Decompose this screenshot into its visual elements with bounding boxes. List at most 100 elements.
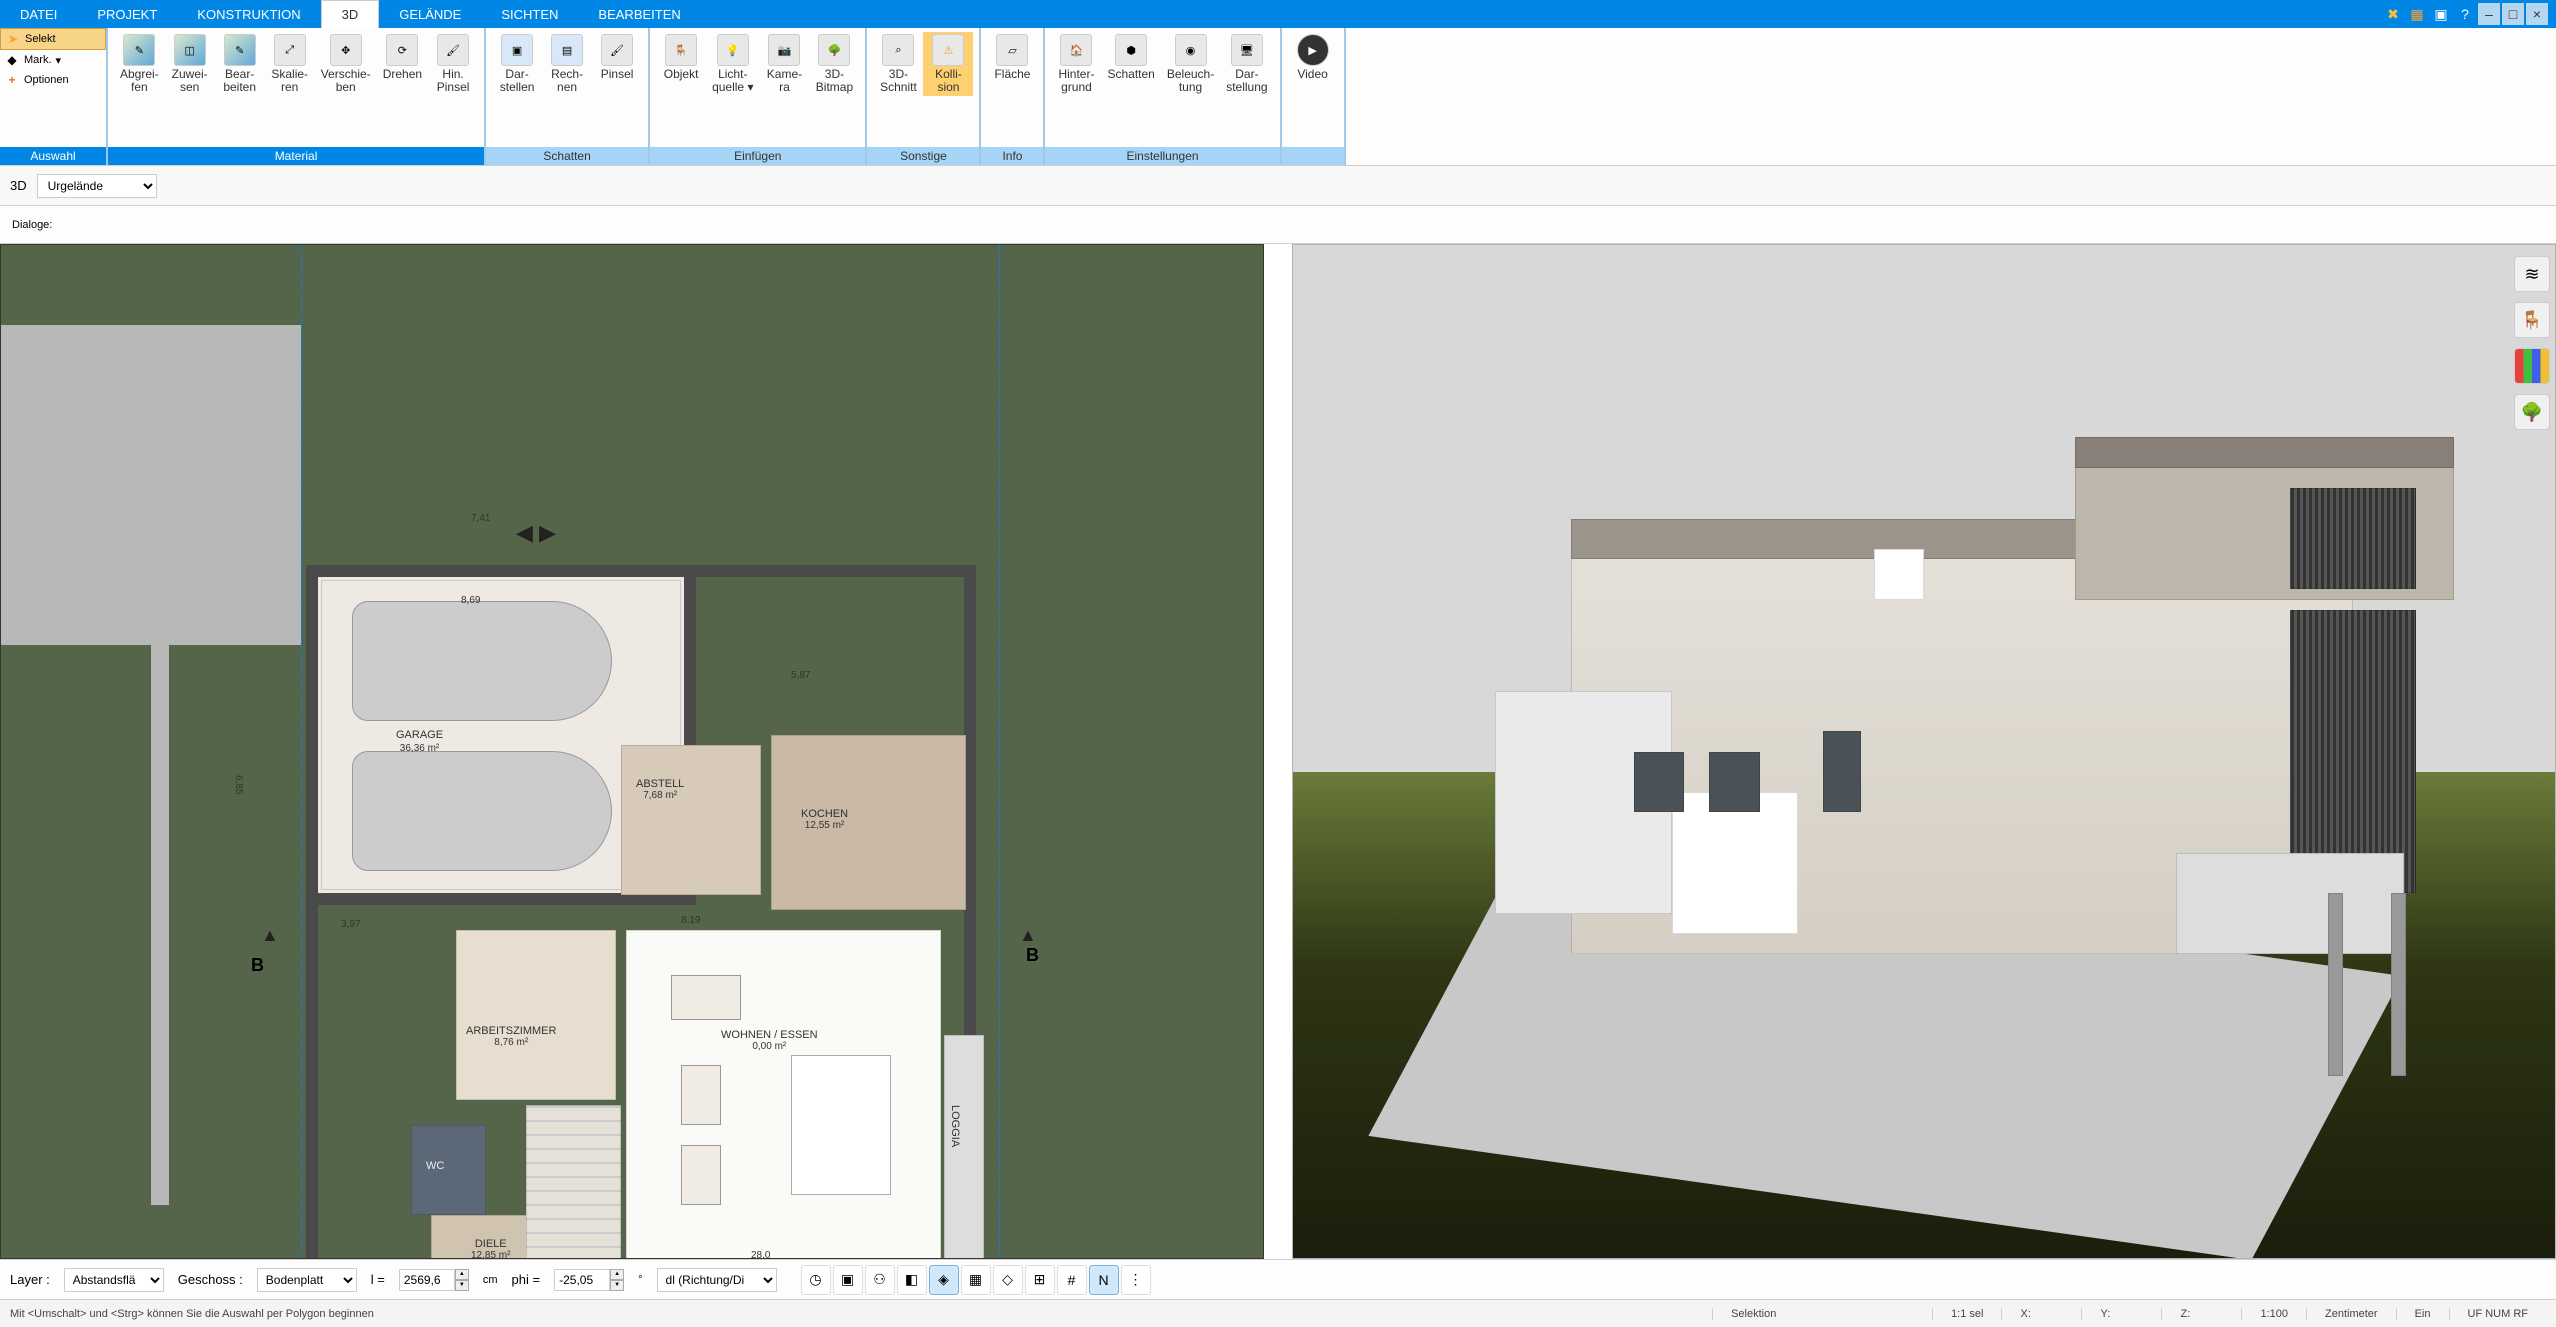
l-input[interactable] <box>399 1269 455 1291</box>
ribbon-label-material: Material <box>108 147 484 165</box>
l-label: l = <box>371 1272 385 1287</box>
options-button[interactable]: + Optionen <box>0 70 106 90</box>
marker-label: Mark. <box>24 54 52 66</box>
stair <box>526 1105 621 1259</box>
close-icon[interactable]: × <box>2526 3 2548 25</box>
wrench-icon[interactable]: ✖ <box>2382 3 2404 25</box>
phi-down[interactable]: ▼ <box>610 1280 624 1291</box>
ribbon-label-sonstige: Sonstige <box>867 147 979 165</box>
room-abstell-name: ABSTELL <box>636 778 684 790</box>
menu-tab-konstruktion[interactable]: KONSTRUKTION <box>177 0 320 28</box>
dim-8-69: 8,69 <box>461 595 480 606</box>
edit-icon: ✎ <box>224 34 256 66</box>
brush-background-icon: 🖌 <box>437 34 469 66</box>
furniture-icon[interactable]: 🪑 <box>2514 302 2550 338</box>
layer-label: Layer : <box>10 1272 50 1287</box>
grid2-icon[interactable]: # <box>1057 1265 1087 1295</box>
pinsel-button[interactable]: 🖌Pinsel <box>592 32 642 83</box>
lighting-icon: ◉ <box>1175 34 1207 66</box>
shadow-icon: ⬢ <box>1115 34 1147 66</box>
title-bar-icons: ✖ ▦ ▣ ? – □ × <box>2382 0 2556 28</box>
abgreifen-button[interactable]: ✎Abgrei- fen <box>114 32 165 96</box>
background-icon: 🏠 <box>1060 34 1092 66</box>
kollision-button[interactable]: ⚠Kolli- sion <box>923 32 973 96</box>
ribbon-panel-info: ▱Fläche Info <box>981 28 1045 165</box>
menu-tab-datei[interactable]: DATEI <box>0 0 77 28</box>
lichtquelle-button[interactable]: 💡Licht- quelle ▾ <box>706 32 759 96</box>
menu-tab-sichten[interactable]: SICHTEN <box>481 0 578 28</box>
grid-icon[interactable]: ⊞ <box>1025 1265 1055 1295</box>
cube-small-icon[interactable]: ▦ <box>2406 3 2428 25</box>
status-y: Y: <box>2081 1308 2161 1320</box>
people-icon[interactable]: ⚇ <box>865 1265 895 1295</box>
menu-tab-projekt[interactable]: PROJEKT <box>77 0 177 28</box>
kamera-button[interactable]: 📷Kame- ra <box>759 32 809 96</box>
minimize-icon[interactable]: – <box>2478 3 2500 25</box>
diamond-icon[interactable]: ◈ <box>929 1265 959 1295</box>
display-icon: 🖥 <box>1231 34 1263 66</box>
clock-icon[interactable]: ◷ <box>801 1265 831 1295</box>
verschieben-button[interactable]: ✥Verschie- ben <box>315 32 377 96</box>
screens-icon[interactable]: ▣ <box>2430 3 2452 25</box>
viewport-3d[interactable] <box>1292 244 2556 1259</box>
screen-icon[interactable]: ▣ <box>833 1265 863 1295</box>
skalieren-button[interactable]: ⤢Skalie- ren <box>265 32 315 96</box>
select-label: Selekt <box>25 33 56 45</box>
room-diele-name: DIELE <box>475 1238 507 1250</box>
beleuchtung-button[interactable]: ◉Beleuch- tung <box>1161 32 1220 96</box>
cube-calc-icon: ▤ <box>551 34 583 66</box>
viewport-2d[interactable]: GARAGE36,36 m² ABSTELL7,68 m² KOCHEN12,5… <box>0 244 1264 1259</box>
layers-icon[interactable]: ≋ <box>2514 256 2550 292</box>
hinpinsel-button[interactable]: 🖌Hin. Pinsel <box>428 32 478 96</box>
rechnen-button[interactable]: ▤Rech- nen <box>542 32 592 96</box>
room-kochen-area: 12,55 m² <box>801 820 848 831</box>
phi-up[interactable]: ▲ <box>610 1269 624 1280</box>
bearbeiten-button[interactable]: ✎Bear- beiten <box>215 32 265 96</box>
layer-select[interactable]: Urgelände <box>37 174 157 198</box>
layers2-icon[interactable]: ◧ <box>897 1265 927 1295</box>
grid-dense-icon[interactable]: ▦ <box>961 1265 991 1295</box>
geschoss-input[interactable]: Bodenplatt <box>257 1268 357 1292</box>
darstellen-button[interactable]: ▣Dar- stellen <box>492 32 542 96</box>
bulb-icon: 💡 <box>717 34 749 66</box>
ribbon-panel-auswahl: ➤ Selekt ◆ Mark. ▾ + Optionen Auswahl <box>0 28 108 165</box>
zuweisen-button[interactable]: ◫Zuwei- sen <box>165 32 215 96</box>
ribbon-panel-video: ▶Video <box>1282 28 1346 165</box>
layer-input[interactable]: Abstandsflä <box>64 1268 164 1292</box>
n-icon[interactable]: N <box>1089 1265 1119 1295</box>
terrain-tree-icon[interactable]: 🌳 <box>2514 394 2550 430</box>
chair-icon: 🪑 <box>665 34 697 66</box>
diamond2-icon[interactable]: ◇ <box>993 1265 1023 1295</box>
geschoss-label: Geschoss : <box>178 1272 243 1287</box>
menu-bar: DATEI PROJEKT KONSTRUKTION 3D GELÄNDE SI… <box>0 0 2556 28</box>
bitmap-button[interactable]: 🌳3D- Bitmap <box>809 32 859 96</box>
flaeche-button[interactable]: ▱Fläche <box>987 32 1037 83</box>
options-label: Optionen <box>24 74 69 86</box>
l-up[interactable]: ▲ <box>455 1269 469 1280</box>
room-wc <box>411 1125 486 1215</box>
maximize-icon[interactable]: □ <box>2502 3 2524 25</box>
phi-input[interactable] <box>554 1269 610 1291</box>
dl-input[interactable]: dl (Richtung/Di <box>657 1268 777 1292</box>
menu-tab-bearbeiten[interactable]: BEARBEITEN <box>578 0 700 28</box>
objekt-button[interactable]: 🪑Objekt <box>656 32 706 83</box>
hintergrund-button[interactable]: 🏠Hinter- grund <box>1051 32 1101 96</box>
video-button[interactable]: ▶Video <box>1288 32 1338 83</box>
ribbon: ➤ Selekt ◆ Mark. ▾ + Optionen Auswahl ✎A… <box>0 28 2556 166</box>
select-button[interactable]: ➤ Selekt <box>0 28 106 50</box>
3dschnitt-button[interactable]: ⌕3D- Schnitt <box>873 32 923 96</box>
l-down[interactable]: ▼ <box>455 1280 469 1291</box>
more-icon[interactable]: ⋮ <box>1121 1265 1151 1295</box>
camera-icon: 📷 <box>768 34 800 66</box>
status-selection: Selektion <box>1712 1308 1932 1320</box>
view-selector-bar: 3D Urgelände <box>0 166 2556 206</box>
ribbon-label-einfuegen: Einfügen <box>650 147 865 165</box>
palette-icon[interactable] <box>2514 348 2550 384</box>
help-icon[interactable]: ? <box>2454 3 2476 25</box>
menu-tab-gelaende[interactable]: GELÄNDE <box>379 0 481 28</box>
schatten-settings-button[interactable]: ⬢Schatten <box>1101 32 1160 83</box>
drehen-button[interactable]: ⟳Drehen <box>377 32 428 83</box>
menu-tab-3d[interactable]: 3D <box>321 0 380 28</box>
marker-button[interactable]: ◆ Mark. ▾ <box>0 50 106 70</box>
darstellung-button[interactable]: 🖥Dar- stellung <box>1220 32 1273 96</box>
